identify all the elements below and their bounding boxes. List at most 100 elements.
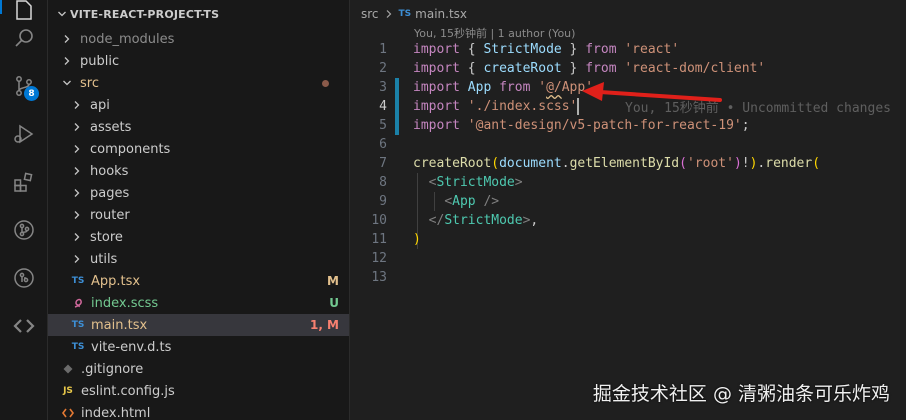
git-graph-icon[interactable] <box>0 206 48 254</box>
keyword: import <box>413 80 460 95</box>
code-line[interactable]: 5 import '@ant-design/v5-patch-for-react-… <box>351 116 906 135</box>
function-name: createRoot <box>413 156 492 171</box>
tag-bracket: < <box>444 194 453 209</box>
tag-bracket: > <box>522 213 531 228</box>
code-line[interactable]: 13 <box>351 268 906 287</box>
file-item[interactable]: index.scss U <box>48 292 349 314</box>
code-line-active[interactable]: 4 import './index.scss' You, 15秒钟前 • Unco… <box>351 97 906 116</box>
punctuation: , <box>530 213 539 228</box>
folder-item[interactable]: assets <box>48 116 349 138</box>
punctuation: } <box>561 61 586 76</box>
function-name: getElementById <box>569 156 680 171</box>
file-item[interactable]: TS vite-env.d.ts <box>48 336 349 358</box>
code-area[interactable]: 1 import { StrictMode } from 'react' 2 imp… <box>351 40 906 287</box>
tree-item-label: utils <box>90 251 118 267</box>
active-indicator <box>0 0 2 14</box>
folder-item[interactable]: public <box>48 50 349 72</box>
breadcrumb: src TS main.tsx <box>351 0 906 28</box>
run-debug-icon[interactable] <box>0 110 48 158</box>
activity-bar: 8 <box>0 0 48 420</box>
file-tree: node_modules public src api assets components… <box>48 28 349 420</box>
code-line[interactable]: 11) <box>351 230 906 249</box>
folder-item[interactable]: hooks <box>48 160 349 182</box>
git-file-icon <box>60 364 76 374</box>
bracket: ) <box>413 232 421 247</box>
code-line[interactable]: 10 </StrictMode >, <box>351 211 906 230</box>
gutter-modified-marker <box>395 78 399 97</box>
scss-file-icon <box>70 297 86 309</box>
tree-item-label: pages <box>90 185 130 201</box>
code-line[interactable]: 7 createRoot(document. getElementById('roo… <box>351 154 906 173</box>
string-warning[interactable]: @/ <box>546 80 562 95</box>
folder-item[interactable]: router <box>48 204 349 226</box>
gutter-spacer <box>395 59 399 78</box>
search-icon[interactable] <box>0 14 48 62</box>
extensions-icon[interactable] <box>0 158 48 206</box>
code-line[interactable]: 8 < StrictMode > <box>351 173 906 192</box>
code-line[interactable]: 3 import App from ' @/App' <box>351 78 906 97</box>
source-control-icon[interactable]: 8 <box>0 62 48 110</box>
code-line[interactable]: 12 <box>351 249 906 268</box>
line-number: 8 <box>379 175 387 190</box>
tree-item-label: vite-env.d.ts <box>91 339 172 355</box>
folder-item[interactable]: components <box>48 138 349 160</box>
file-item[interactable]: index.html <box>48 402 349 420</box>
code-line[interactable]: 2 import { createRoot } from 'react-dom/c… <box>351 59 906 78</box>
line-number: 4 <box>379 99 387 114</box>
code-line[interactable]: 9 < App /> <box>351 192 906 211</box>
component-name: StrictMode <box>436 175 515 190</box>
line-number: 11 <box>371 232 387 247</box>
tree-item-label: hooks <box>90 163 129 179</box>
typescript-file-icon: TS <box>398 9 412 19</box>
file-item[interactable]: TS App.tsx M <box>48 270 349 292</box>
string: './index.scss' <box>467 99 578 114</box>
gutter-spacer <box>395 40 399 59</box>
component-name: App <box>452 194 476 209</box>
breadcrumb-folder[interactable]: src <box>361 7 379 21</box>
folder-item[interactable]: pages <box>48 182 349 204</box>
bracket: ( <box>812 156 821 171</box>
punctuation: . <box>561 156 570 171</box>
punctuation: . <box>757 156 766 171</box>
folder-item[interactable]: node_modules <box>48 28 349 50</box>
tree-item-label: router <box>90 207 130 223</box>
string: 'react' <box>624 42 680 57</box>
folder-item[interactable]: api <box>48 94 349 116</box>
line-number: 2 <box>379 61 387 76</box>
gutter-spacer <box>395 135 399 154</box>
tag-bracket: > <box>514 175 523 190</box>
line-number: 9 <box>379 194 387 209</box>
remote-icon[interactable] <box>0 302 48 350</box>
line-number: 13 <box>371 270 387 285</box>
chevron-down-icon <box>60 78 74 88</box>
folder-item[interactable]: utils <box>48 248 349 270</box>
chevron-right-icon <box>385 9 393 19</box>
tree-item-label: index.scss <box>91 295 159 311</box>
string: 'react-dom/client' <box>624 61 766 76</box>
file-item[interactable]: TS main.tsx 1, M <box>48 314 349 336</box>
chevron-down-icon <box>54 9 70 19</box>
gutter-spacer <box>395 249 399 268</box>
file-item[interactable]: .gitignore <box>48 358 349 380</box>
punctuation: ! <box>741 156 750 171</box>
punctuation: ; <box>741 118 750 133</box>
code-line[interactable]: 1 import { StrictMode } from 'react' <box>351 40 906 59</box>
file-item[interactable]: JS eslint.config.js <box>48 380 349 402</box>
git-status-badge: 1, M <box>309 318 339 332</box>
folder-item[interactable]: src <box>48 72 349 94</box>
typescript-file-icon: TS <box>71 276 85 286</box>
chevron-right-icon <box>70 144 84 154</box>
folder-item[interactable]: store <box>48 226 349 248</box>
codelens-author[interactable]: You, 15秒钟前 | 1 author (You) <box>414 25 575 41</box>
project-header[interactable]: VITE-REACT-PROJECT-TS <box>48 0 349 28</box>
bracket: ( <box>491 156 500 171</box>
docker-icon[interactable] <box>0 254 48 302</box>
tree-item-label: eslint.config.js <box>81 383 175 399</box>
breadcrumb-file[interactable]: main.tsx <box>415 7 467 21</box>
tree-item-label: api <box>90 97 110 113</box>
code-line[interactable]: 6 <box>351 135 906 154</box>
bracket: ) <box>733 156 742 171</box>
git-status-badge: U <box>329 296 339 310</box>
